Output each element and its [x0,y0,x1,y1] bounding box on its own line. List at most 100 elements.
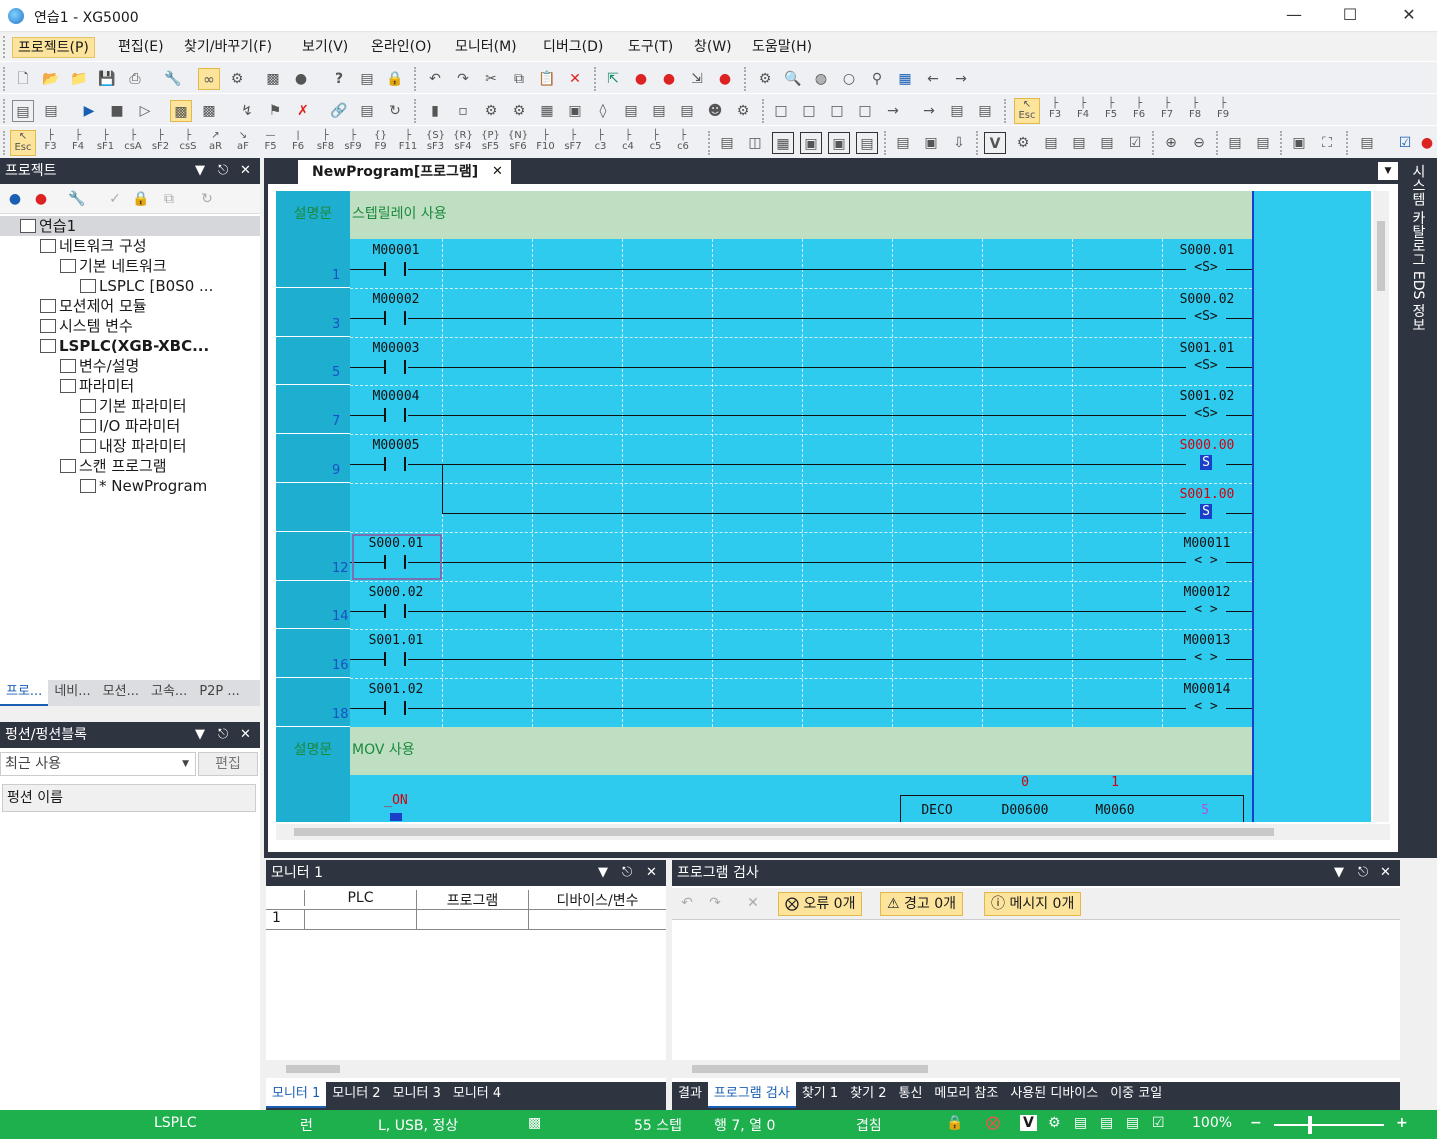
tree-item[interactable]: * NewProgram [80,476,207,496]
comment-row[interactable]: MOV 사용 [350,727,1252,775]
tree-item[interactable]: 변수/설명 [60,356,139,376]
tool2-f9[interactable]: ├ F9 [1210,98,1236,124]
menu-monitor[interactable]: 모니터(M) [450,37,522,58]
menu-online[interactable]: 온라인(O) [366,37,437,58]
tree-item[interactable]: I/O 파라미터 [80,416,180,436]
ladder-tool-sf1[interactable]: ├ sF1 [93,130,119,156]
refresh-icon[interactable]: ↻ [384,100,406,122]
add-item-icon[interactable]: ● [4,188,26,210]
download-icon[interactable]: ⇩ [948,132,970,154]
tool2-esc[interactable]: ↖ Esc [1014,98,1040,124]
view-comment-icon[interactable]: ▣ [828,132,850,154]
ladder-tool-csa[interactable]: ├ csA [120,130,146,156]
properties-icon[interactable]: 🔧 [66,188,88,210]
undo-icon[interactable]: ↶ [424,68,446,90]
contact-no[interactable] [384,457,406,472]
chart-icon[interactable]: ▤ [620,100,642,122]
ladder-tool-f3[interactable]: ├ F3 [38,130,64,156]
contact-no[interactable] [384,359,406,374]
tree-item[interactable]: 스캔 프로그램 [60,456,167,476]
tree-item[interactable]: 연습1 [20,216,76,236]
insert-col-icon[interactable]: □ [770,100,792,122]
ladder-tool-c3[interactable]: ├ c3 [588,130,614,156]
view-ladder-icon[interactable]: ▦ [772,132,794,154]
device-monitor-icon[interactable]: ⚙ [480,100,502,122]
chk-dropdown-icon[interactable]: ▼ [1334,860,1344,886]
about-icon[interactable]: ▤ [356,68,378,90]
doc-list-dropdown-icon[interactable]: ▼ [1378,162,1398,180]
tool2-f5[interactable]: ├ F5 [1098,98,1124,124]
new-file-icon[interactable]: 🗋 [12,68,34,90]
window-icon[interactable]: ▣ [1288,132,1310,154]
close-button[interactable]: ✕ [1386,0,1432,32]
ladder-tool-f10[interactable]: ├ F10 [533,130,559,156]
tab-close-icon[interactable]: ✕ [492,160,503,184]
online-monitor-icon[interactable]: ▩ [170,100,192,122]
tab-find-2[interactable]: 찾기 2 [844,1082,892,1106]
ladder-tool-sf6[interactable]: {N} sF6 [505,130,531,156]
contact-no[interactable] [384,408,406,423]
online-edit-icon[interactable]: ▩ [198,100,220,122]
tree-item[interactable]: 파라미터 [60,376,134,396]
tree-item[interactable]: LSPLC [B0S0 ... [80,276,213,296]
ladder-tool-sf3[interactable]: {S} sF3 [423,130,449,156]
fullscreen-icon[interactable]: ⛶ [1316,132,1338,154]
collapse-icon[interactable]: ▤ [1252,132,1274,154]
checkbox-icon[interactable]: ☑ [1394,132,1416,154]
step-icon[interactable]: ▷ [134,100,156,122]
func-pin-icon[interactable]: ⎋ [218,722,228,748]
bookmark-prev-icon[interactable]: ⇲ [686,68,708,90]
ladder-tool-ar[interactable]: ↗ aR [203,130,229,156]
bookmark-icon[interactable]: ⇱ [602,68,624,90]
trend-icon[interactable]: ▫ [452,100,474,122]
func-close-icon[interactable]: ✕ [240,722,251,748]
coil[interactable]: S [1186,504,1226,519]
redo-icon[interactable]: ↷ [452,68,474,90]
tree-item[interactable]: 시스템 변수 [40,316,133,336]
coil[interactable]: < > [1186,552,1226,568]
table-icon[interactable]: ▤ [648,100,670,122]
back-icon[interactable]: ← [922,68,944,90]
chk-pin-icon[interactable]: ⎋ [1358,860,1368,886]
zoom-in-icon[interactable]: ⊕ [1160,132,1182,154]
tree-item[interactable]: 내장 파라미터 [80,436,187,456]
ladder-tool-css[interactable]: ├ csS [175,130,201,156]
tool2-f8[interactable]: ├ F8 [1182,98,1208,124]
expand-icon[interactable]: ▤ [1224,132,1246,154]
connect-icon[interactable]: ∞ [198,68,220,90]
io-icon[interactable]: ▦ [536,100,558,122]
remove-item-icon[interactable]: ● [30,188,52,210]
message-icon[interactable]: ▤ [1356,132,1378,154]
arrow-box-icon[interactable]: → [918,100,940,122]
coil[interactable]: <S> [1186,357,1226,373]
prev-result-icon[interactable]: ↶ [676,892,698,914]
ladder-tool-f6[interactable]: | F6 [285,130,311,156]
maximize-button[interactable]: ☐ [1327,0,1373,32]
monitor-hscroll[interactable] [266,1060,666,1078]
ladder-tool-sf8[interactable]: ├ sF8 [313,130,339,156]
module-icon[interactable]: ▣ [920,132,942,154]
monitor-icon[interactable]: ▤ [12,100,34,122]
status-ref-icon[interactable]: ▤ [1126,1115,1139,1131]
warnings-filter[interactable]: ⚠ 경고 0개 [880,892,964,916]
horizontal-scrollbar[interactable] [276,824,1390,840]
check-icon[interactable]: ☑ [1124,132,1146,154]
tool2-f7[interactable]: ├ F7 [1154,98,1180,124]
var-ref-icon[interactable]: ▤ [1096,132,1118,154]
tab-monitor-4[interactable]: 모니터 4 [447,1082,507,1106]
tool2-f3[interactable]: ├ F3 [1042,98,1068,124]
flag-icon[interactable]: ⚑ [264,100,286,122]
forward-icon[interactable]: → [950,68,972,90]
settings-icon[interactable]: ⚙ [754,68,776,90]
cut-icon[interactable]: ✂ [480,68,502,90]
coil[interactable]: < > [1186,601,1226,617]
save-icon[interactable]: 💾 [96,68,118,90]
zoom-out-button[interactable]: − [1250,1115,1262,1131]
config-icon[interactable]: ⚙ [732,100,754,122]
coil[interactable]: < > [1186,650,1226,666]
delete-col-icon[interactable]: □ [826,100,848,122]
variable-icon[interactable]: V [984,132,1006,154]
tab-result[interactable]: 결과 [672,1082,708,1106]
contact-no[interactable] [384,603,406,618]
status-check-icon[interactable]: ☑ [1152,1115,1165,1131]
